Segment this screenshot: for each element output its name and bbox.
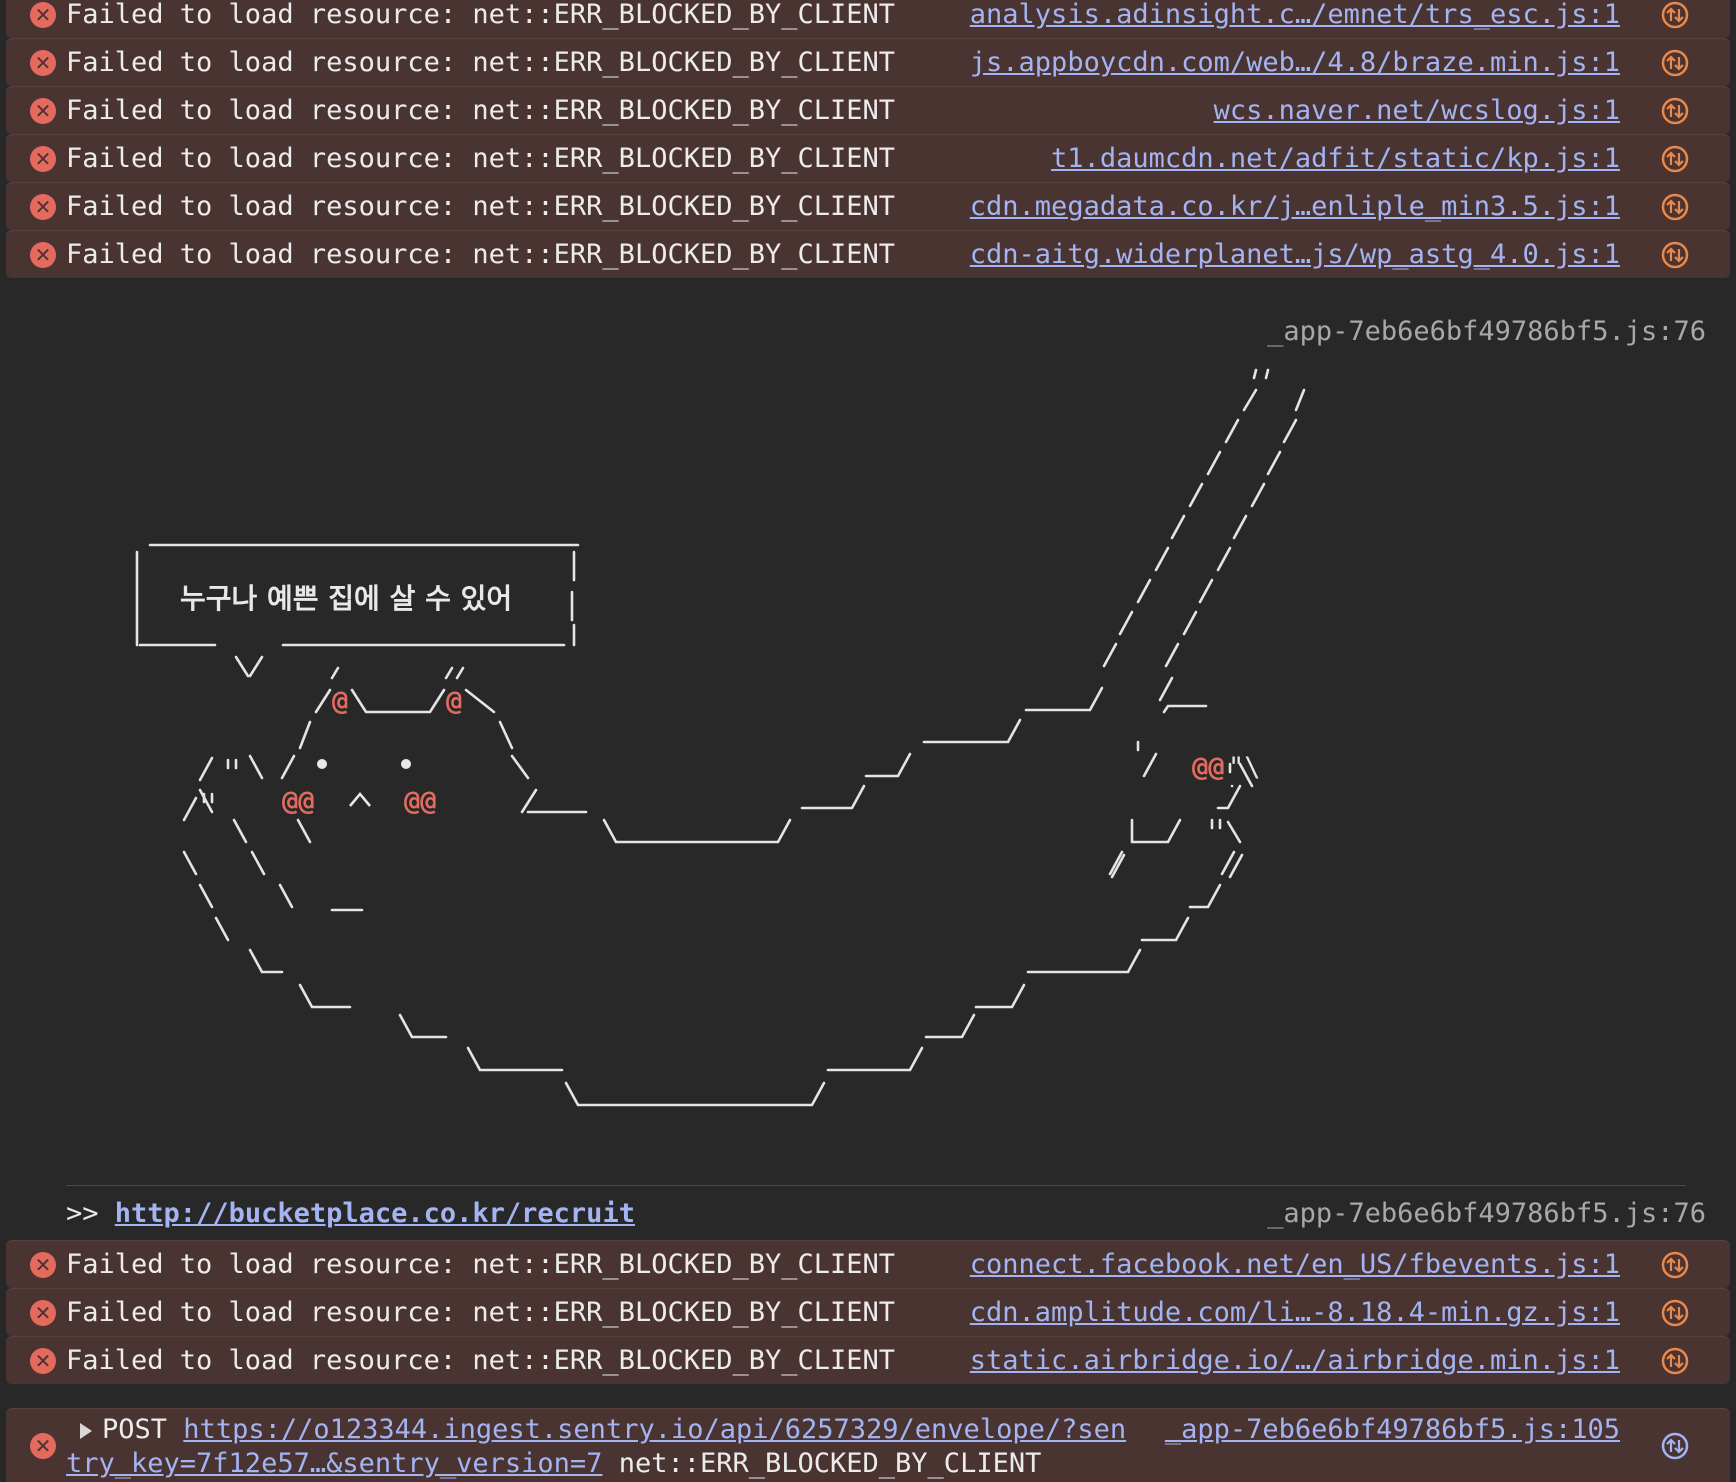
svg-text:@: @ xyxy=(446,686,462,717)
error-source-link[interactable]: cdn.amplitude.com/li…-8.18.4-min.gz.js:1 xyxy=(970,1289,1620,1337)
recruit-log: >> http://bucketplace.co.kr/recruit xyxy=(66,1194,635,1234)
request-status: net::ERR_BLOCKED_BY_CLIENT xyxy=(618,1448,1042,1479)
svg-text:@: @ xyxy=(332,686,348,717)
error-icon: ✕ xyxy=(30,1299,56,1326)
error-source-link[interactable]: _app-7eb6e6bf49786bf5.js:105 xyxy=(1165,1413,1620,1447)
svg-text:@@: @@ xyxy=(404,786,437,817)
log-prefix: >> xyxy=(66,1198,99,1229)
open-in-network-icon[interactable] xyxy=(1660,1250,1690,1280)
open-in-network-icon[interactable] xyxy=(1660,1431,1690,1461)
svg-text:@@: @@ xyxy=(1192,752,1225,783)
error-source-link[interactable]: static.airbridge.io/…/airbridge.min.js:1 xyxy=(970,1337,1620,1385)
log-source-link[interactable]: _app-7eb6e6bf49786bf5.js:76 xyxy=(1267,1194,1706,1234)
speech-bubble-text: 누구나 예쁜 집에 살 수 있어 xyxy=(180,582,512,615)
request-url-link-continued[interactable]: try_key=7f12e57…&sentry_version=7 xyxy=(66,1448,602,1479)
error-message: Failed to load resource: net::ERR_BLOCKE… xyxy=(66,1345,896,1376)
error-message: Failed to load resource: net::ERR_BLOCKE… xyxy=(66,1297,896,1328)
error-message: Failed to load resource: net::ERR_BLOCKE… xyxy=(66,1249,896,1280)
request-method: POST xyxy=(102,1414,168,1445)
error-row: ✕ Failed to load resource: net::ERR_BLOC… xyxy=(6,1288,1730,1336)
error-source-link[interactable]: connect.facebook.net/en_US/fbevents.js:1 xyxy=(970,1241,1620,1289)
open-in-network-icon[interactable] xyxy=(1660,1346,1690,1376)
request-url-link[interactable]: https://o123344.ingest.sentry.io/api/625… xyxy=(183,1414,1126,1445)
svg-text:@@: @@ xyxy=(282,786,315,817)
network-post-error: ✕ POST https://o123344.ingest.sentry.io/… xyxy=(6,1408,1730,1482)
expand-triangle-icon[interactable] xyxy=(80,1422,92,1439)
ascii-art-cat-in-pan: 누구나 예쁜 집에 살 수 있어 @ @ @@ @@ @@ "\ xyxy=(135,368,1306,1107)
error-icon: ✕ xyxy=(30,1251,56,1278)
open-in-network-icon[interactable] xyxy=(1660,1298,1690,1328)
separator xyxy=(66,1185,1686,1186)
error-row: ✕ Failed to load resource: net::ERR_BLOC… xyxy=(6,1336,1730,1384)
recruit-link[interactable]: http://bucketplace.co.kr/recruit xyxy=(115,1198,635,1229)
error-icon: ✕ xyxy=(30,1347,56,1374)
error-row: ✕ Failed to load resource: net::ERR_BLOC… xyxy=(6,1240,1730,1288)
svg-text:"\: "\ xyxy=(1228,752,1261,783)
error-icon: ✕ xyxy=(30,1433,56,1459)
